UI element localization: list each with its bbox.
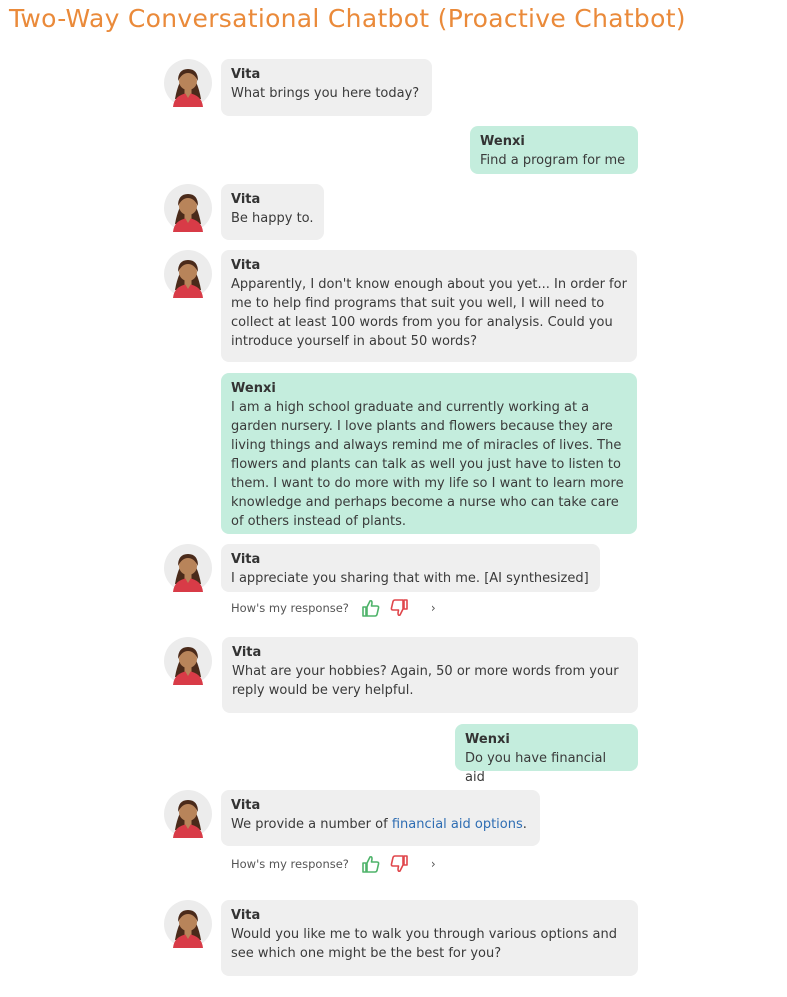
feedback-prompt: How's my response? (231, 857, 349, 871)
vita-avatar (164, 900, 212, 948)
user-message: Wenxi Do you have financial aid (455, 724, 638, 785)
sender-name: Vita (231, 258, 261, 273)
message-text: What are your hobbies? Again, 50 or more… (232, 664, 619, 698)
feedback-more-button[interactable]: › (431, 601, 436, 615)
sender-name: Vita (231, 192, 261, 207)
message-text: What brings you here today? (231, 86, 420, 101)
bot-message: Vita Apparently, I don't know enough abo… (221, 250, 637, 362)
message-text: I appreciate you sharing that with me. [… (231, 571, 589, 586)
message-text: Do you have financial aid (465, 751, 607, 785)
bot-message: Vita Would you like me to walk you throu… (221, 900, 638, 976)
bot-message: Vita What brings you here today? (221, 59, 432, 116)
message-text-before: We provide a number of (231, 817, 392, 832)
sender-name: Vita (231, 67, 261, 82)
sender-name: Vita (232, 645, 262, 660)
bot-message: Vita What are your hobbies? Again, 50 or… (222, 637, 638, 713)
sender-name: Vita (231, 798, 261, 813)
sender-name: Wenxi (231, 381, 276, 396)
thumbs-up-icon[interactable] (361, 598, 381, 618)
response-feedback: How's my response? › (231, 598, 436, 618)
vita-avatar (164, 790, 212, 838)
message-text: I am a high school graduate and currentl… (231, 400, 624, 529)
sender-name: Vita (231, 908, 261, 923)
thumbs-down-icon[interactable] (389, 598, 409, 618)
message-text: Apparently, I don't know enough about yo… (231, 277, 627, 349)
sender-name: Vita (231, 552, 261, 567)
vita-avatar (164, 184, 212, 232)
response-feedback: How's my response? › (231, 854, 436, 874)
feedback-more-button[interactable]: › (431, 857, 436, 871)
message-text: Would you like me to walk you through va… (231, 927, 617, 961)
vita-avatar (164, 544, 212, 592)
user-message: Wenxi Find a program for me (470, 126, 638, 174)
thumbs-down-icon[interactable] (389, 854, 409, 874)
message-text: Be happy to. (231, 211, 314, 226)
message-text: Find a program for me (480, 153, 626, 168)
message-text-after: . (522, 817, 527, 832)
bot-message: Vita I appreciate you sharing that with … (221, 544, 600, 592)
sender-name: Wenxi (480, 134, 525, 149)
vita-avatar (164, 637, 212, 685)
financial-aid-link[interactable]: financial aid options (392, 817, 523, 832)
message-text: We provide a number of financial aid opt… (231, 815, 530, 834)
bot-message: Vita Be happy to. (221, 184, 324, 240)
page-title: Two-Way Conversational Chatbot (Proactiv… (9, 4, 686, 33)
bot-message: Vita We provide a number of financial ai… (221, 790, 540, 846)
user-message: Wenxi I am a high school graduate and cu… (221, 373, 637, 534)
thumbs-up-icon[interactable] (361, 854, 381, 874)
sender-name: Wenxi (465, 732, 510, 747)
feedback-prompt: How's my response? (231, 601, 349, 615)
vita-avatar (164, 250, 212, 298)
vita-avatar (164, 59, 212, 107)
